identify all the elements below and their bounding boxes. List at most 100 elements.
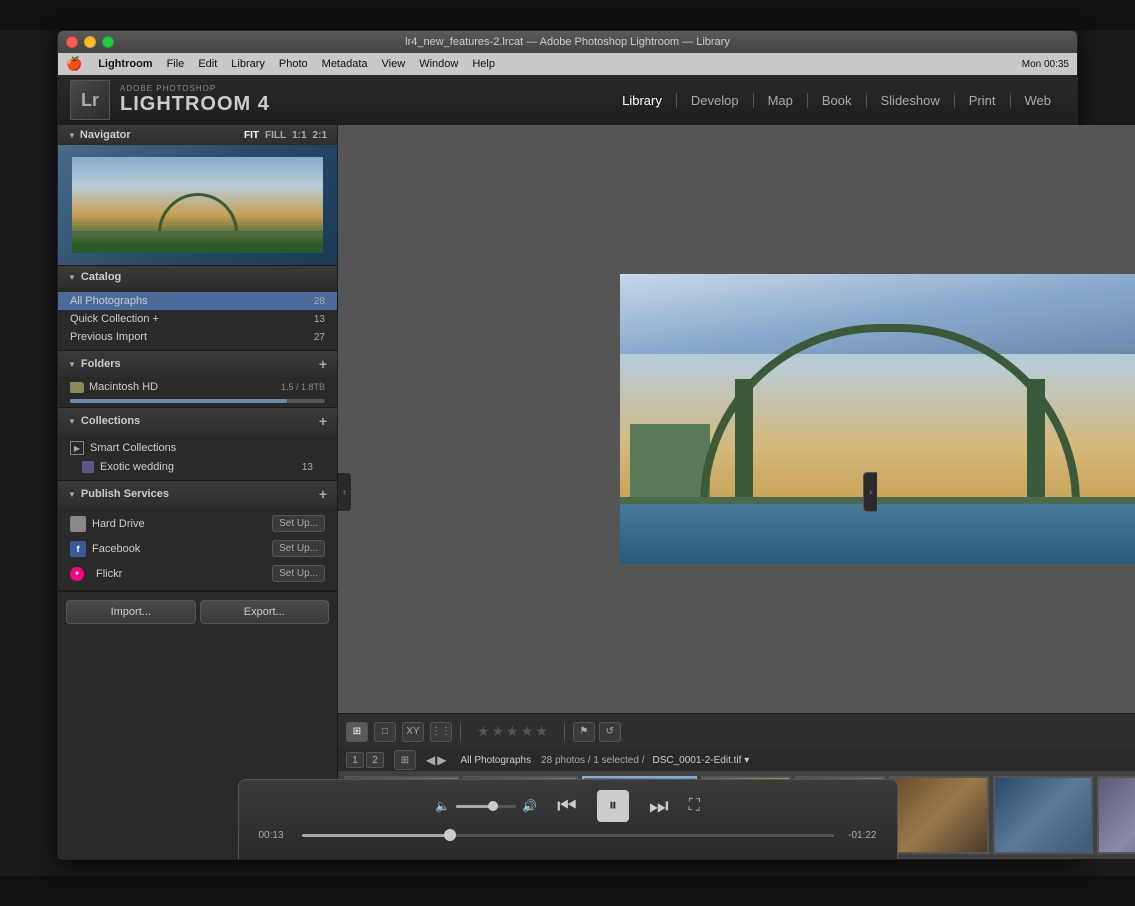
navigator-preview[interactable] <box>58 145 337 265</box>
module-nav: Library Develop Map Book Slideshow Print… <box>608 93 1065 108</box>
nav-1to1[interactable]: 1:1 <box>292 130 306 141</box>
star-5[interactable]: ★ <box>535 723 548 740</box>
collections-header[interactable]: ▼ Collections + <box>58 408 337 434</box>
menu-lightroom[interactable]: Lightroom <box>92 56 158 72</box>
nav-book[interactable]: Book <box>808 93 867 108</box>
collections-add-icon[interactable]: + <box>319 413 327 429</box>
film-thumb-8[interactable] <box>1097 776 1135 854</box>
grid-view-button[interactable]: ⊞ <box>346 722 368 742</box>
nav-print[interactable]: Print <box>955 93 1011 108</box>
catalog-quick-collection[interactable]: Quick Collection + 13 <box>58 310 337 328</box>
catalog-items: All Photographs 28 Quick Collection + 13… <box>58 288 337 350</box>
pause-button[interactable]: ⏸ <box>597 790 629 822</box>
exotic-wedding-collection[interactable]: Exotic wedding 13 <box>58 458 337 476</box>
nav-slideshow[interactable]: Slideshow <box>867 93 955 108</box>
import-button[interactable]: Import... <box>66 600 196 624</box>
folder-macintosh-hd[interactable]: Macintosh HD 1.5 / 1.8TB <box>58 377 337 397</box>
volume-max-icon: 🔊 <box>522 799 537 813</box>
nav-map[interactable]: Map <box>754 93 808 108</box>
menu-view[interactable]: View <box>376 56 412 72</box>
toolbar-separator-2 <box>564 723 565 741</box>
survey-view-button[interactable]: ⋮⋮ <box>430 722 452 742</box>
collections-list: ▶ Smart Collections Exotic wedding 13 <box>58 434 337 480</box>
rotate-button[interactable]: ↺ <box>599 722 621 742</box>
star-4[interactable]: ★ <box>521 723 534 740</box>
navigator-preview-image <box>58 145 337 265</box>
skip-back-button[interactable]: ⏮ <box>557 793 577 819</box>
fullscreen-button[interactable]: ⛶ <box>689 797 700 815</box>
film-thumb-7[interactable] <box>993 776 1093 854</box>
catalog-header[interactable]: ▼ Catalog <box>58 266 337 288</box>
folders-label: Folders <box>81 358 121 370</box>
filmstrip-next[interactable]: ▶ <box>437 753 446 767</box>
close-button[interactable] <box>66 36 78 48</box>
apple-menu[interactable]: 🍎 <box>66 56 82 72</box>
menu-window[interactable]: Window <box>413 56 464 72</box>
menu-metadata[interactable]: Metadata <box>316 56 374 72</box>
star-3[interactable]: ★ <box>506 723 519 740</box>
publish-services-label: Publish Services <box>81 488 169 500</box>
menu-photo[interactable]: Photo <box>273 56 314 72</box>
star-1[interactable]: ★ <box>477 723 490 740</box>
volume-control: 🔈 🔊 <box>435 799 537 813</box>
nav-2to1[interactable]: 2:1 <box>313 130 327 141</box>
film-thumb-6[interactable] <box>889 776 989 854</box>
smart-collections-group[interactable]: ▶ Smart Collections <box>58 438 337 458</box>
compare-view-button[interactable]: XY <box>402 722 424 742</box>
publish-services-section: ▼ Publish Services + Hard Drive Set Up..… <box>58 481 337 591</box>
lr-title-block: ADOBE PHOTOSHOP LIGHTROOM 4 <box>120 84 270 116</box>
menu-file[interactable]: File <box>161 56 191 72</box>
folders-add-icon[interactable]: + <box>319 356 327 372</box>
flag-button[interactable]: ⚑ <box>573 722 595 742</box>
toolbar: ⊞ □ XY ⋮⋮ ★ ★ ★ ★ ★ ⚑ ↺ Sync Sett <box>338 713 1135 749</box>
flickr-setup-button[interactable]: Set Up... <box>272 565 325 582</box>
skip-forward-button[interactable]: ⏭ <box>649 793 669 819</box>
nav-develop[interactable]: Develop <box>677 93 754 108</box>
facebook-setup-button[interactable]: Set Up... <box>272 540 325 557</box>
catalog-triangle-icon: ▼ <box>68 273 76 282</box>
right-panel-collapse[interactable]: › <box>863 472 877 512</box>
facebook-label: Facebook <box>92 543 140 555</box>
folders-header[interactable]: ▼ Folders + <box>58 351 337 377</box>
smart-collections-label: Smart Collections <box>90 442 176 454</box>
page-buttons: 1 2 <box>346 752 384 768</box>
folder-usage-bar <box>70 399 325 403</box>
main-photo-view[interactable]: SOFTPEDIA www.softpedia.com <box>338 125 1135 713</box>
nav-library[interactable]: Library <box>608 93 677 108</box>
publish-hard-drive[interactable]: Hard Drive Set Up... <box>58 511 337 536</box>
catalog-previous-import[interactable]: Previous Import 27 <box>58 328 337 346</box>
nav-fill[interactable]: FILL <box>265 130 286 141</box>
catalog-label: Catalog <box>81 271 121 283</box>
clock: Mon 00:35 <box>1022 59 1069 70</box>
export-button[interactable]: Export... <box>200 600 330 624</box>
page-2-button[interactable]: 2 <box>366 752 384 768</box>
page-1-button[interactable]: 1 <box>346 752 364 768</box>
menu-library[interactable]: Library <box>225 56 271 72</box>
lr-logo-text: Lr <box>81 90 99 111</box>
volume-slider[interactable] <box>456 805 516 808</box>
nav-fit[interactable]: FIT <box>244 130 259 141</box>
buildings <box>630 424 710 504</box>
menu-bar: 🍎 Lightroom File Edit Library Photo Meta… <box>58 53 1077 75</box>
catalog-all-photographs[interactable]: All Photographs 28 <box>58 292 337 310</box>
publish-facebook[interactable]: f Facebook Set Up... <box>58 536 337 561</box>
publish-flickr[interactable]: ● Flickr Set Up... <box>58 561 337 586</box>
grid-tiny-button[interactable]: ⊞ <box>394 750 416 770</box>
left-panel-collapse[interactable]: ‹ <box>338 472 352 512</box>
progress-bar[interactable] <box>302 834 834 837</box>
maximize-button[interactable] <box>102 36 114 48</box>
publish-services-header[interactable]: ▼ Publish Services + <box>58 481 337 507</box>
filmstrip-prev[interactable]: ◀ <box>426 753 435 767</box>
minimize-button[interactable] <box>84 36 96 48</box>
menu-help[interactable]: Help <box>466 56 501 72</box>
menu-edit[interactable]: Edit <box>192 56 223 72</box>
bridge-tower-right <box>1027 379 1045 509</box>
navigator-header[interactable]: ▼ Navigator FIT FILL 1:1 2:1 <box>58 125 337 145</box>
publish-add-icon[interactable]: + <box>319 486 327 502</box>
hard-drive-setup-button[interactable]: Set Up... <box>272 515 325 532</box>
star-2[interactable]: ★ <box>492 723 505 740</box>
window-title: lr4_new_features-2.lrcat — Adobe Photosh… <box>405 36 730 48</box>
loupe-view-button[interactable]: □ <box>374 722 396 742</box>
titlebar: lr4_new_features-2.lrcat — Adobe Photosh… <box>58 31 1077 53</box>
nav-web[interactable]: Web <box>1011 93 1066 108</box>
